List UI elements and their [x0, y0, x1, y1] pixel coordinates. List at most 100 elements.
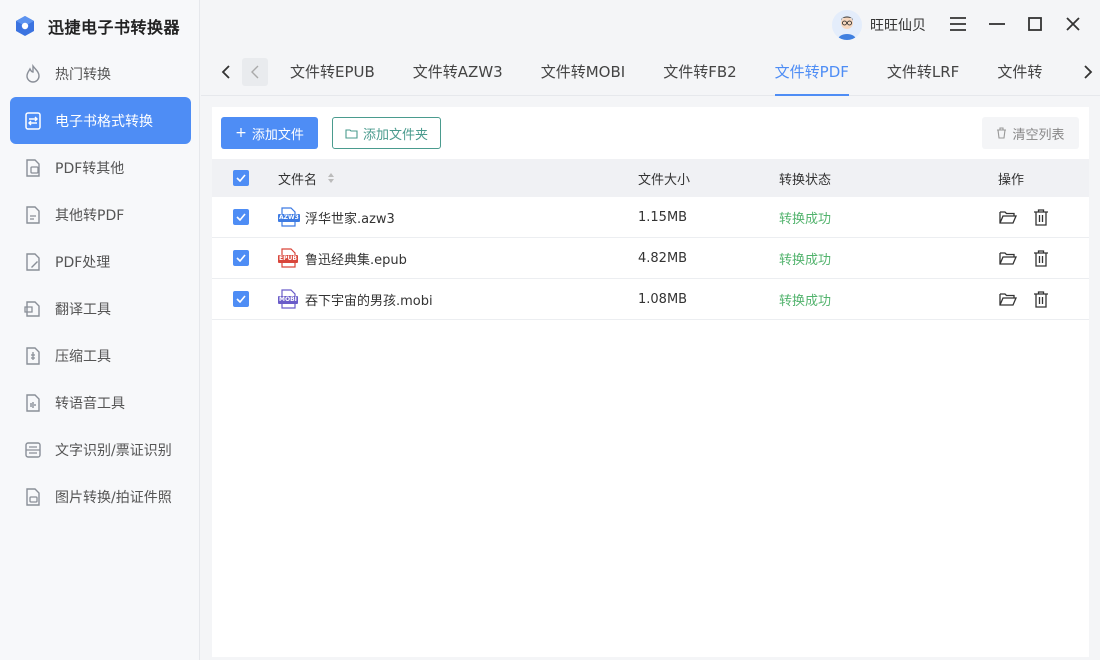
sidebar-item-label: 其他转PDF: [55, 207, 125, 224]
pdf-export-icon: [22, 157, 44, 179]
file-type-tag: MOBI: [278, 296, 298, 304]
delete-button[interactable]: [1031, 289, 1051, 309]
file-list-panel: + 添加文件 添加文件夹 清空列表 文件名 文件大小 转换状态 操作 AZW3 …: [212, 107, 1089, 657]
open-folder-button[interactable]: [998, 207, 1018, 227]
close-icon: [1066, 17, 1080, 31]
column-ops-header: 操作: [998, 172, 1025, 188]
pdf-import-icon: [22, 204, 44, 226]
table-row: MOBI 吞下宇宙的男孩.mobi 1.08MB 转换成功: [212, 279, 1089, 320]
status-badge: 转换成功: [779, 252, 832, 268]
tab-fb2[interactable]: 文件转FB2: [644, 50, 755, 96]
chevron-right-icon: [1084, 65, 1093, 79]
user-profile[interactable]: 旺旺仙贝: [832, 10, 926, 40]
folder-icon: [345, 128, 358, 139]
open-folder-button[interactable]: [998, 248, 1018, 268]
open-folder-button[interactable]: [998, 289, 1018, 309]
column-status-header: 转换状态: [779, 172, 832, 188]
delete-button[interactable]: [1031, 207, 1051, 227]
sidebar-item-translate[interactable]: 翻译工具: [10, 285, 191, 332]
toolbar: + 添加文件 添加文件夹 清空列表: [212, 107, 1089, 159]
app-logo-icon: [16, 16, 34, 36]
sidebar-item-label: 文字识别/票证识别: [55, 442, 172, 459]
add-folder-button[interactable]: 添加文件夹: [332, 117, 441, 149]
sidebar-item-ocr[interactable]: 文字识别/票证识别: [10, 426, 191, 473]
status-badge: 转换成功: [779, 211, 832, 227]
ebook-convert-icon: [22, 110, 44, 132]
tab-scroll-left-button[interactable]: [213, 58, 239, 86]
chevron-left-icon: [221, 65, 230, 79]
column-size-header: 文件大小: [638, 172, 691, 188]
sidebar-item-compress[interactable]: 压缩工具: [10, 332, 191, 379]
file-type-tag: EPUB: [278, 255, 298, 263]
file-name-cell: EPUB 鲁迅经典集.epub: [278, 248, 407, 268]
row-actions: [998, 248, 1064, 268]
sidebar-item-image[interactable]: 图片转换/拍证件照: [10, 473, 191, 520]
sidebar-item-pdf-process[interactable]: PDF处理: [10, 238, 191, 285]
row-checkbox[interactable]: [233, 209, 249, 225]
folder-open-icon: [999, 292, 1017, 306]
tab-prev-button[interactable]: [242, 58, 268, 86]
trash-icon: [1034, 208, 1048, 226]
column-name-label: 文件名: [278, 172, 318, 188]
table-row: EPUB 鲁迅经典集.epub 4.82MB 转换成功: [212, 238, 1089, 279]
check-icon: [236, 295, 246, 303]
sidebar-item-label: PDF处理: [55, 254, 111, 271]
sidebar-item-label: 电子书格式转换: [55, 113, 153, 130]
azw3-file-icon: AZW3: [278, 207, 300, 227]
sidebar-item-label: 压缩工具: [55, 348, 111, 365]
minimize-button[interactable]: [987, 14, 1007, 34]
sidebar-item-label: 翻译工具: [55, 301, 111, 318]
menu-button[interactable]: [948, 14, 968, 34]
table-header: 文件名 文件大小 转换状态 操作: [212, 159, 1089, 197]
menu-icon: [950, 17, 966, 31]
sort-icon: [327, 172, 335, 184]
trash-icon: [1034, 249, 1048, 267]
check-icon: [236, 213, 246, 221]
sidebar-item-label: 图片转换/拍证件照: [55, 489, 172, 506]
table-row: AZW3 浮华世家.azw3 1.15MB 转换成功: [212, 197, 1089, 238]
tab-azw3[interactable]: 文件转AZW3: [394, 50, 522, 96]
tab-more[interactable]: 文件转: [978, 50, 1061, 96]
file-type-tag: AZW3: [278, 214, 300, 222]
file-name: 鲁迅经典集.epub: [305, 252, 407, 268]
folder-open-icon: [999, 210, 1017, 224]
minimize-icon: [989, 23, 1005, 25]
ocr-icon: [22, 439, 44, 461]
pdf-edit-icon: [22, 251, 44, 273]
sidebar-item-label: 热门转换: [55, 66, 111, 83]
tab-mobi[interactable]: 文件转MOBI: [522, 50, 644, 96]
tab-lrf[interactable]: 文件转LRF: [868, 50, 978, 96]
sidebar-item-pdf-to-other[interactable]: PDF转其他: [10, 144, 191, 191]
row-checkbox[interactable]: [233, 291, 249, 307]
sidebar: 迅捷电子书转换器 热门转换 电子书格式转换 PDF转其他 其他转PDF PDF处…: [0, 0, 200, 660]
tab-scroll-right-button[interactable]: [1075, 58, 1100, 86]
close-button[interactable]: [1063, 14, 1083, 34]
row-checkbox[interactable]: [233, 250, 249, 266]
translate-icon: [22, 298, 44, 320]
epub-file-icon: EPUB: [278, 248, 298, 268]
tab-pdf[interactable]: 文件转PDF: [756, 50, 868, 96]
sidebar-item-other-to-pdf[interactable]: 其他转PDF: [10, 191, 191, 238]
file-name: 浮华世家.azw3: [305, 211, 395, 227]
mobi-file-icon: MOBI: [278, 289, 298, 309]
compress-icon: [22, 345, 44, 367]
tab-epub[interactable]: 文件转EPUB: [271, 50, 394, 96]
audio-icon: [22, 392, 44, 414]
maximize-button[interactable]: [1025, 14, 1045, 34]
file-name-cell: MOBI 吞下宇宙的男孩.mobi: [278, 289, 433, 309]
sidebar-item-label: PDF转其他: [55, 160, 125, 177]
clear-list-button[interactable]: 清空列表: [982, 117, 1079, 149]
select-all-checkbox[interactable]: [233, 170, 249, 186]
add-file-button[interactable]: + 添加文件: [221, 117, 318, 149]
app-title: 迅捷电子书转换器: [48, 18, 181, 37]
sidebar-item-hot[interactable]: 热门转换: [10, 50, 191, 97]
trash-icon: [997, 127, 1007, 139]
sidebar-item-audio[interactable]: 转语音工具: [10, 379, 191, 426]
folder-open-icon: [999, 251, 1017, 265]
sidebar-item-ebook-convert[interactable]: 电子书格式转换: [10, 97, 191, 144]
brand: 迅捷电子书转换器: [14, 12, 180, 40]
delete-button[interactable]: [1031, 248, 1051, 268]
clear-list-label: 清空列表: [1012, 127, 1065, 143]
file-name-cell: AZW3 浮华世家.azw3: [278, 207, 395, 227]
column-name-header[interactable]: 文件名: [278, 169, 335, 188]
